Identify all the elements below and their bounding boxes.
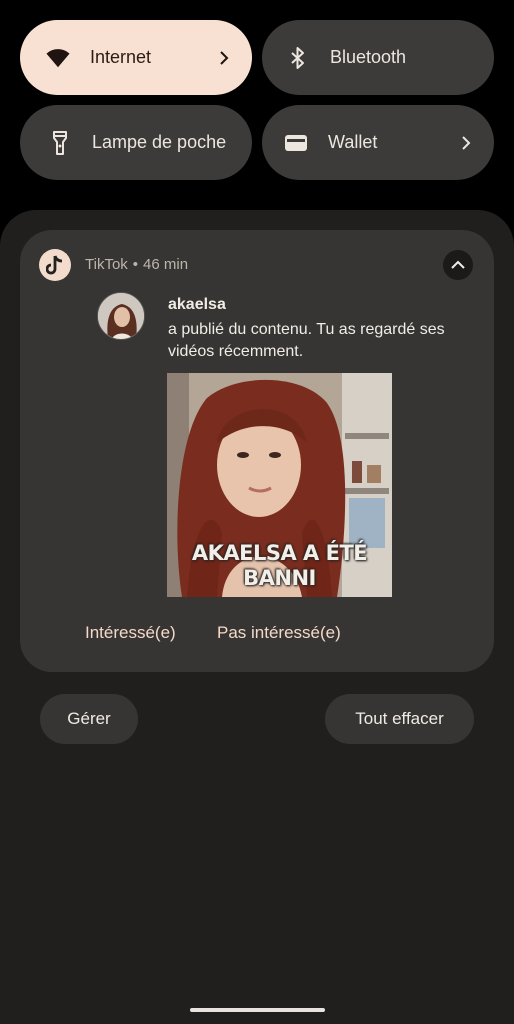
avatar (97, 292, 145, 340)
video-thumbnail[interactable]: AKAELSA A ÉTÉ BANNI (167, 373, 392, 597)
internet-label: Internet (90, 47, 152, 67)
wallet-label: Wallet (328, 132, 378, 152)
home-indicator[interactable] (190, 1008, 325, 1012)
notification-time: 46 min (143, 256, 189, 273)
wallet-tile[interactable]: Wallet (262, 105, 494, 180)
clear-all-button[interactable]: Tout effacer (325, 694, 474, 744)
tiktok-icon (39, 249, 71, 281)
manage-button[interactable]: Gérer (40, 694, 138, 744)
collapse-button[interactable] (443, 250, 473, 280)
notification-message: a publié du contenu. Tu as regardé ses v… (168, 321, 445, 360)
bluetooth-tile[interactable]: Bluetooth (262, 20, 494, 95)
chevron-right-icon[interactable] (458, 135, 474, 151)
flashlight-tile[interactable]: Lampe de poche (20, 105, 252, 180)
wallet-icon (284, 131, 308, 155)
bluetooth-icon (286, 46, 310, 70)
chevron-right-icon[interactable] (216, 50, 232, 66)
app-name: TikTok (85, 256, 128, 273)
interested-button[interactable]: Intéressé(e) (85, 623, 176, 643)
tiktok-notification[interactable]: TikTok • 46 min akaelsa a publié du conten… (20, 230, 494, 672)
bluetooth-label: Bluetooth (330, 47, 407, 67)
notification-shade-screen: Internet Bluetooth Lampe de poche Wallet (0, 0, 514, 1024)
internet-tile[interactable]: Internet (20, 20, 252, 95)
wifi-icon (46, 46, 70, 70)
header-separator: • (132, 256, 139, 273)
flashlight-label: Lampe de poche (92, 132, 227, 152)
flashlight-icon (48, 130, 72, 155)
thumbnail-overlay-text: AKAELSA A ÉTÉ BANNI (191, 541, 368, 590)
notification-header: TikTok • 46 min (85, 256, 188, 273)
not-interested-button[interactable]: Pas intéressé(e) (217, 623, 341, 643)
sender-name: akaelsa (168, 296, 226, 313)
